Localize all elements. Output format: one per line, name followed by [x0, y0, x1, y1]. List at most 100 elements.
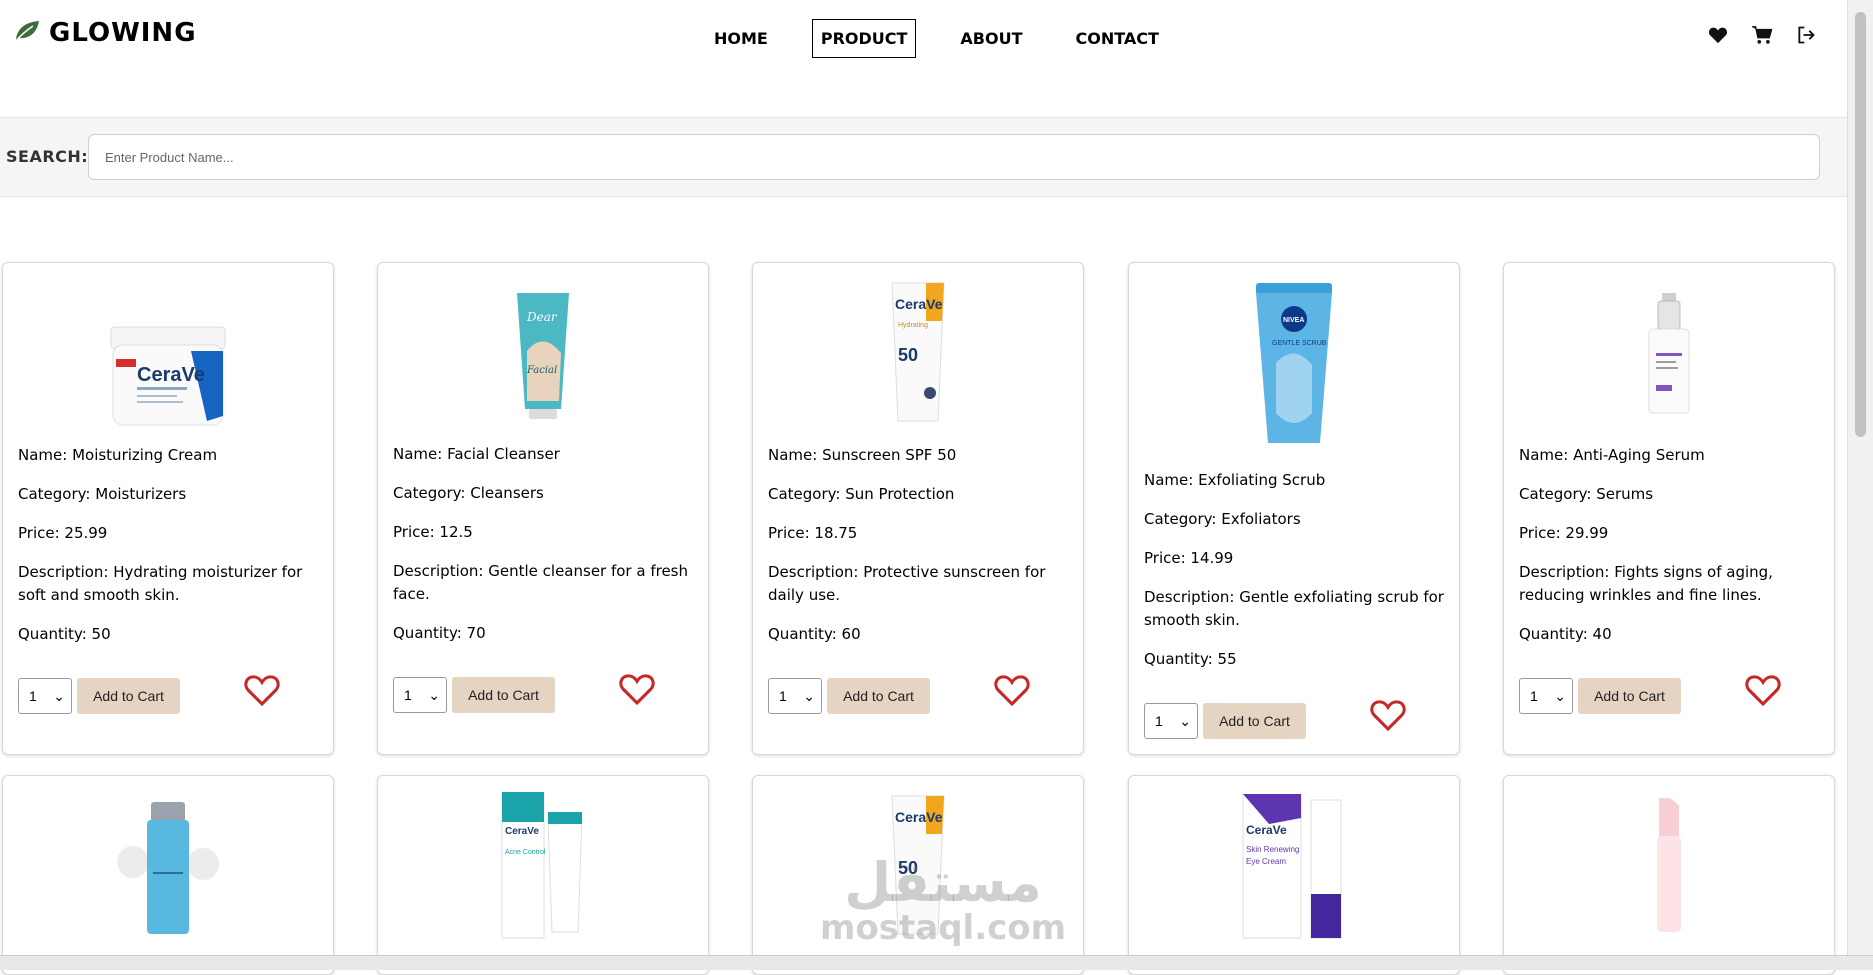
svg-text:50: 50 — [898, 345, 918, 365]
svg-text:CeraVe: CeraVe — [137, 364, 205, 386]
logout-icon[interactable] — [1793, 22, 1819, 48]
product-description: Description: Hydrating moisturizer for s… — [18, 563, 303, 604]
chevron-down-icon: ⌄ — [803, 687, 815, 704]
add-to-cart-button[interactable]: Add to Cart — [452, 677, 555, 713]
quantity-select[interactable]: 1 ⌄ — [18, 678, 72, 714]
product-category: Category: Sun Protection — [768, 485, 955, 503]
product-price: Price: 18.75 — [768, 524, 858, 542]
product-card: CeraVe Skin Renewing Eye Cream — [1128, 775, 1460, 975]
product-details: Name: Facial Cleanser Category: Cleanser… — [393, 443, 693, 661]
favorite-heart-icon[interactable] — [1744, 673, 1782, 711]
product-card: Facial Dear Name: Facial Cleanser Catego… — [377, 262, 709, 755]
quantity-select[interactable]: 1 ⌄ — [768, 678, 822, 714]
product-image: CeraVe Hydrating 50 — [753, 281, 1083, 427]
add-to-cart-button[interactable]: Add to Cart — [77, 678, 180, 714]
svg-text:GENTLE SCRUB: GENTLE SCRUB — [1272, 340, 1327, 347]
product-name: Name: Sunscreen SPF 50 — [768, 446, 957, 464]
product-price: Price: 25.99 — [18, 524, 108, 542]
quantity-value: 1 — [404, 687, 412, 703]
product-image: Facial Dear — [378, 291, 708, 421]
watermark-latin: mostaql.com — [820, 908, 1067, 948]
search-input[interactable] — [88, 134, 1820, 180]
card-actions: 1 ⌄ Add to Cart — [18, 678, 180, 714]
product-image: NIVEA GENTLE SCRUB — [1129, 283, 1459, 449]
product-card: CeraVe Acne Control — [377, 775, 709, 975]
nav-contact[interactable]: CONTACT — [1067, 19, 1168, 58]
svg-text:Hydrating: Hydrating — [898, 322, 928, 329]
product-quantity: Quantity: 55 — [1144, 650, 1237, 668]
product-description: Description: Gentle cleanser for a fresh… — [393, 562, 688, 603]
main-nav: HOME PRODUCT ABOUT CONTACT — [705, 19, 1203, 58]
card-actions: 1 ⌄ Add to Cart — [1144, 703, 1306, 739]
product-details: Name: Anti-Aging Serum Category: Serums … — [1519, 444, 1819, 662]
logo-text: GLOWING — [49, 18, 197, 48]
chevron-down-icon: ⌄ — [53, 687, 65, 704]
header-icons — [1705, 22, 1819, 48]
product-image — [1504, 293, 1834, 417]
quantity-value: 1 — [29, 688, 37, 704]
product-name: Name: Anti-Aging Serum — [1519, 446, 1705, 464]
nav-product[interactable]: PRODUCT — [811, 19, 917, 58]
taskbar-strip — [0, 955, 1873, 970]
nav-about[interactable]: ABOUT — [951, 19, 1031, 58]
product-category: Category: Serums — [1519, 485, 1654, 503]
favorite-heart-icon[interactable] — [243, 673, 281, 711]
product-quantity: Quantity: 50 — [18, 625, 111, 643]
product-category: Category: Exfoliators — [1144, 510, 1301, 528]
product-quantity: Quantity: 60 — [768, 625, 861, 643]
product-card — [1503, 775, 1835, 975]
add-to-cart-button[interactable]: Add to Cart — [1203, 703, 1306, 739]
quantity-value: 1 — [1530, 688, 1538, 704]
product-image — [1504, 798, 1834, 938]
product-price: Price: 29.99 — [1519, 524, 1609, 542]
favorite-heart-icon[interactable] — [993, 673, 1031, 711]
watermark: مستقل mostaql.com — [820, 851, 1067, 948]
product-description: Description: Gentle exfoliating scrub fo… — [1144, 588, 1444, 629]
product-name: Name: Exfoliating Scrub — [1144, 471, 1326, 489]
favorite-heart-icon[interactable] — [1369, 698, 1407, 736]
product-name: Name: Facial Cleanser — [393, 445, 560, 463]
svg-text:Facial: Facial — [526, 365, 557, 376]
product-card: CeraVe Name: Moisturizing Cream Category… — [2, 262, 334, 755]
svg-text:Dear: Dear — [526, 310, 558, 324]
add-to-cart-button[interactable]: Add to Cart — [827, 678, 930, 714]
svg-text:Skin Renewing: Skin Renewing — [1246, 845, 1299, 854]
product-card — [2, 775, 334, 975]
product-card: Name: Anti-Aging Serum Category: Serums … — [1503, 262, 1835, 755]
svg-text:Acne Control: Acne Control — [505, 849, 546, 856]
product-card: CeraVe Hydrating 50 Name: Sunscreen SPF … — [752, 262, 1084, 755]
product-card: NIVEA GENTLE SCRUB Name: Exfoliating Scr… — [1128, 262, 1460, 755]
product-details: Name: Sunscreen SPF 50 Category: Sun Pro… — [768, 444, 1068, 662]
product-image: CeraVe Acne Control — [378, 792, 708, 942]
chevron-down-icon: ⌄ — [1554, 687, 1566, 704]
scroll-thumb[interactable] — [1855, 12, 1866, 437]
favorite-heart-icon[interactable] — [618, 672, 656, 710]
product-category: Category: Cleansers — [393, 484, 544, 502]
vertical-scrollbar[interactable] — [1847, 0, 1873, 955]
svg-text:CeraVe: CeraVe — [1246, 823, 1287, 837]
product-quantity: Quantity: 40 — [1519, 625, 1612, 643]
card-actions: 1 ⌄ Add to Cart — [393, 677, 555, 713]
product-price: Price: 12.5 — [393, 523, 473, 541]
quantity-value: 1 — [1155, 713, 1163, 729]
product-details: Name: Exfoliating Scrub Category: Exfoli… — [1144, 469, 1444, 687]
product-price: Price: 14.99 — [1144, 549, 1234, 567]
quantity-select[interactable]: 1 ⌄ — [393, 677, 447, 713]
heart-icon[interactable] — [1705, 22, 1731, 48]
product-image — [3, 802, 333, 936]
quantity-select[interactable]: 1 ⌄ — [1144, 703, 1198, 739]
svg-text:Eye Cream: Eye Cream — [1246, 857, 1286, 866]
site-header: GLOWING HOME PRODUCT ABOUT CONTACT — [0, 0, 1848, 78]
add-to-cart-button[interactable]: Add to Cart — [1578, 678, 1681, 714]
product-description: Description: Protective sunscreen for da… — [768, 563, 1046, 604]
watermark-arabic: مستقل — [844, 851, 1042, 914]
product-quantity: Quantity: 70 — [393, 624, 486, 642]
nav-home[interactable]: HOME — [705, 19, 777, 58]
cart-icon[interactable] — [1749, 22, 1775, 48]
logo[interactable]: GLOWING — [13, 18, 197, 48]
quantity-select[interactable]: 1 ⌄ — [1519, 678, 1573, 714]
svg-text:CeraVe: CeraVe — [895, 296, 943, 312]
search-label: SEARCH: — [6, 147, 89, 166]
chevron-down-icon: ⌄ — [428, 686, 440, 703]
card-actions: 1 ⌄ Add to Cart — [1519, 678, 1681, 714]
